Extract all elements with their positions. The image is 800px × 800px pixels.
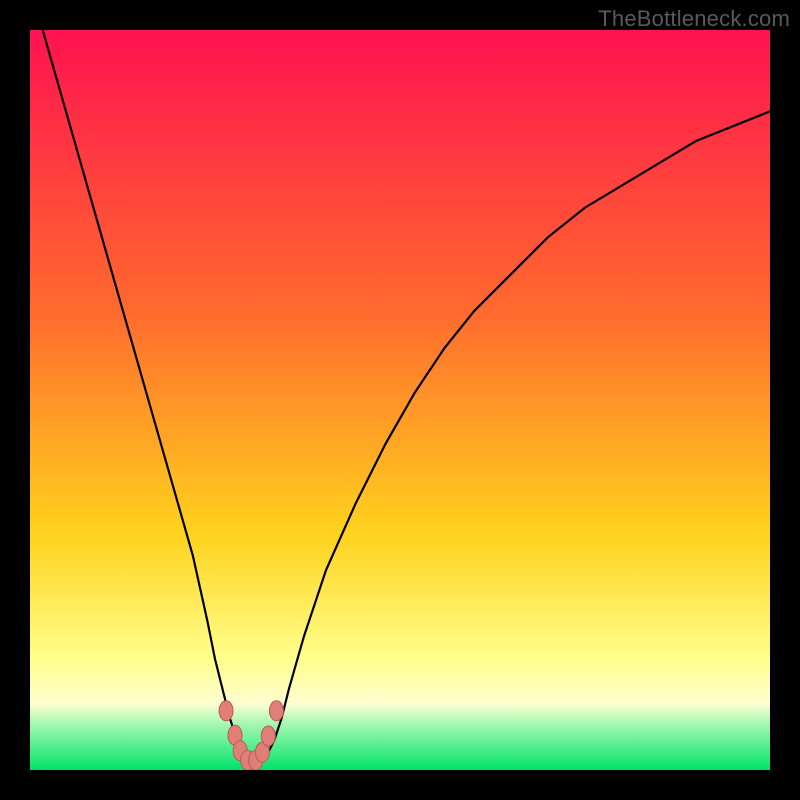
plot-area xyxy=(30,30,770,770)
chart-frame: TheBottleneck.com xyxy=(0,0,800,800)
marker-point-6 xyxy=(261,726,275,746)
chart-svg xyxy=(30,30,770,770)
gradient-background xyxy=(30,30,770,770)
watermark-text: TheBottleneck.com xyxy=(598,6,790,32)
marker-point-0 xyxy=(219,701,233,721)
marker-point-7 xyxy=(269,701,283,721)
